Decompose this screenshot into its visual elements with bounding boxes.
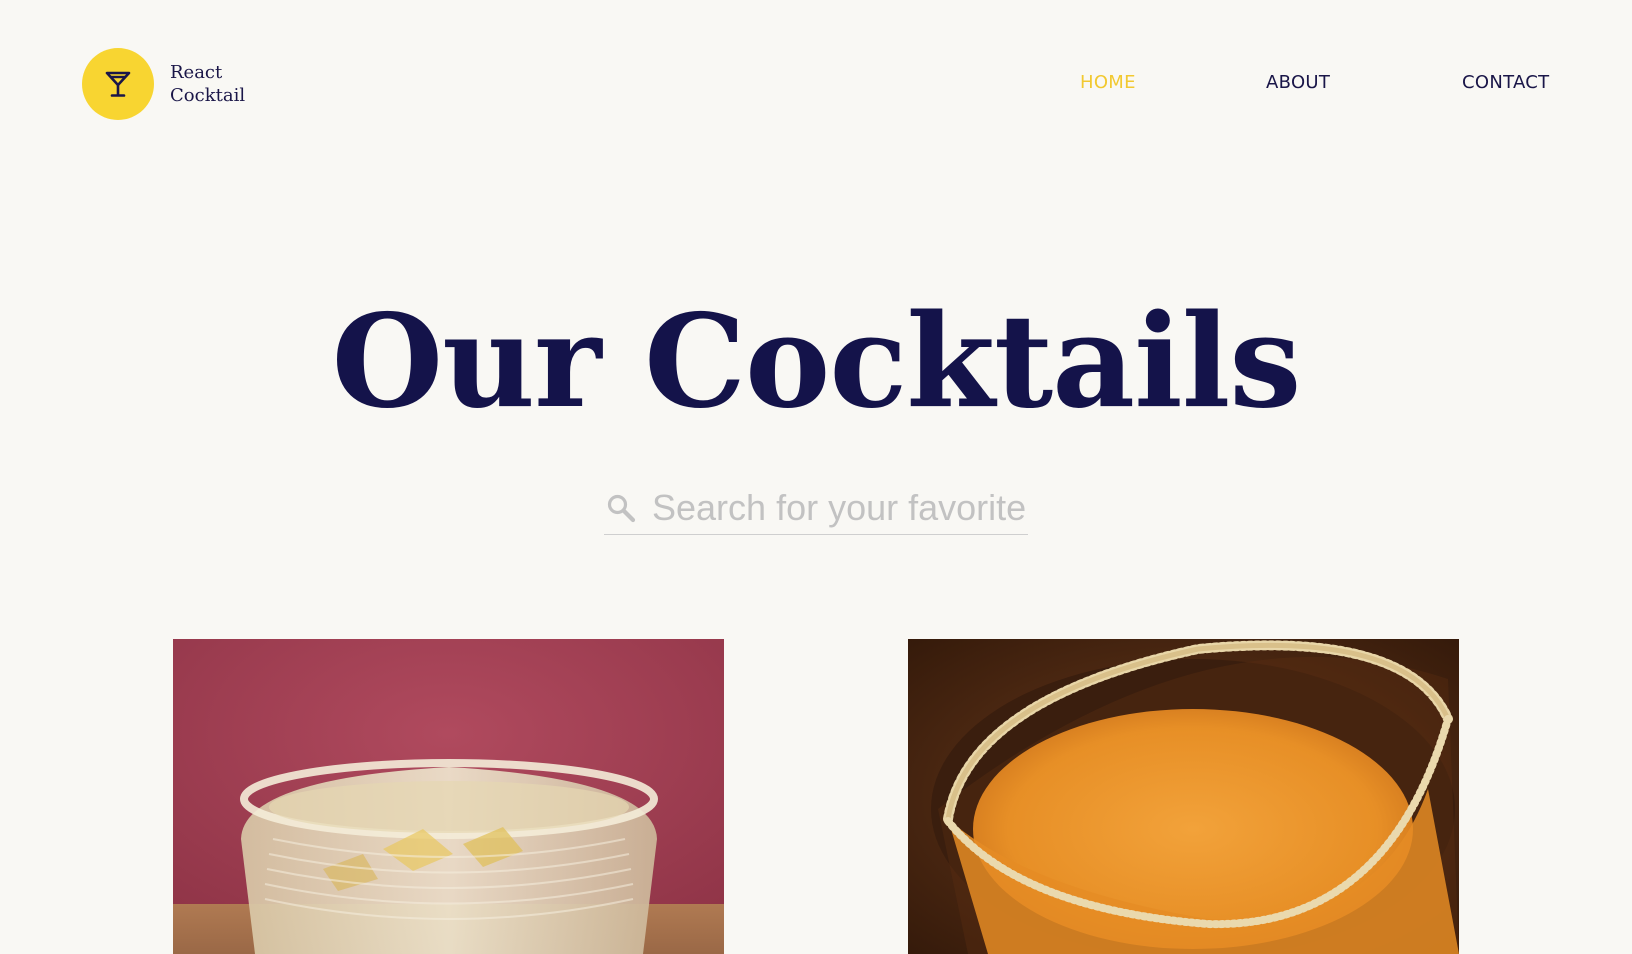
main-nav: HOME ABOUT CONTACT — [0, 72, 1632, 96]
cocktail-card[interactable] — [173, 639, 724, 954]
cocktail-martini-glass-photo — [908, 639, 1459, 954]
search-input[interactable] — [652, 487, 1028, 529]
search-bar — [604, 482, 1028, 535]
page-title: Our Cocktails — [331, 287, 1302, 437]
search-icon — [604, 491, 638, 525]
nav-link-home[interactable]: HOME — [1080, 72, 1136, 93]
nav-link-contact[interactable]: CONTACT — [1462, 72, 1549, 93]
cocktail-rocks-glass-photo — [173, 639, 724, 954]
cocktail-card[interactable] — [908, 639, 1459, 954]
nav-link-about[interactable]: ABOUT — [1266, 72, 1330, 93]
